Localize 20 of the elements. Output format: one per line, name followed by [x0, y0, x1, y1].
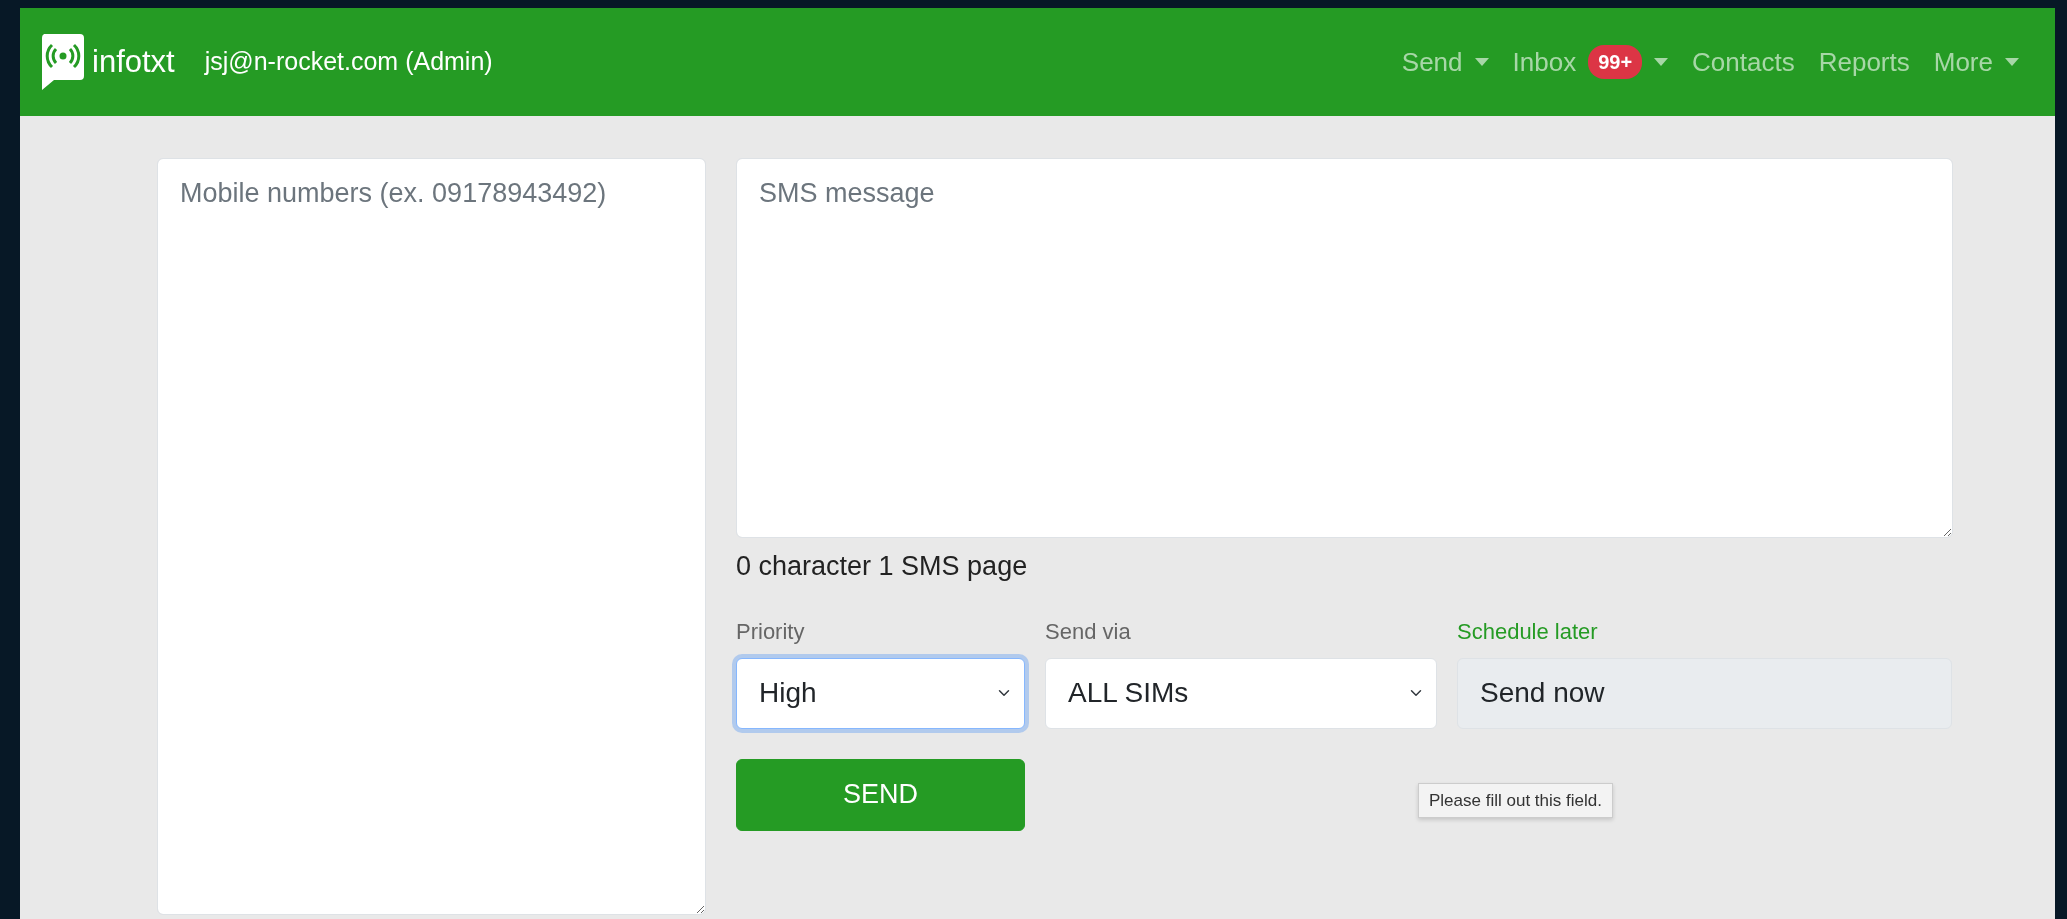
validation-tooltip: Please fill out this field. [1418, 782, 1613, 818]
send-button[interactable]: SEND [736, 758, 1025, 831]
nav-link[interactable]: More [1921, 42, 2031, 82]
field-label: Send via [1045, 617, 1132, 646]
character-counter: 0 character 1 SMS page [736, 550, 1029, 583]
sms-message-field[interactable]: SMS message [736, 158, 1953, 538]
field-label: Priority [736, 617, 806, 646]
mobile-numbers-field[interactable]: Mobile numbers (ex. 09178943492) [157, 158, 706, 915]
brand-name[interactable]: infotxt [92, 38, 175, 86]
nav-link[interactable]: Contacts [1680, 42, 1807, 82]
nav-link[interactable]: Reports [1806, 42, 1922, 82]
dropdown-field[interactable]: High [736, 657, 1025, 729]
user-account: jsj@n-rocket.com (Admin) [204, 46, 493, 78]
field-label[interactable]: Schedule later [1457, 614, 1952, 648]
dropdown-field[interactable]: ALL SIMs [1045, 657, 1437, 729]
nav-link[interactable]: Send [1389, 42, 1501, 82]
nav-link[interactable]: Inbox 99+ [1500, 42, 1681, 82]
schedule-field[interactable]: Send now [1457, 657, 1952, 729]
logo-icon [40, 34, 84, 90]
count-badge: 99+ [1588, 45, 1643, 79]
